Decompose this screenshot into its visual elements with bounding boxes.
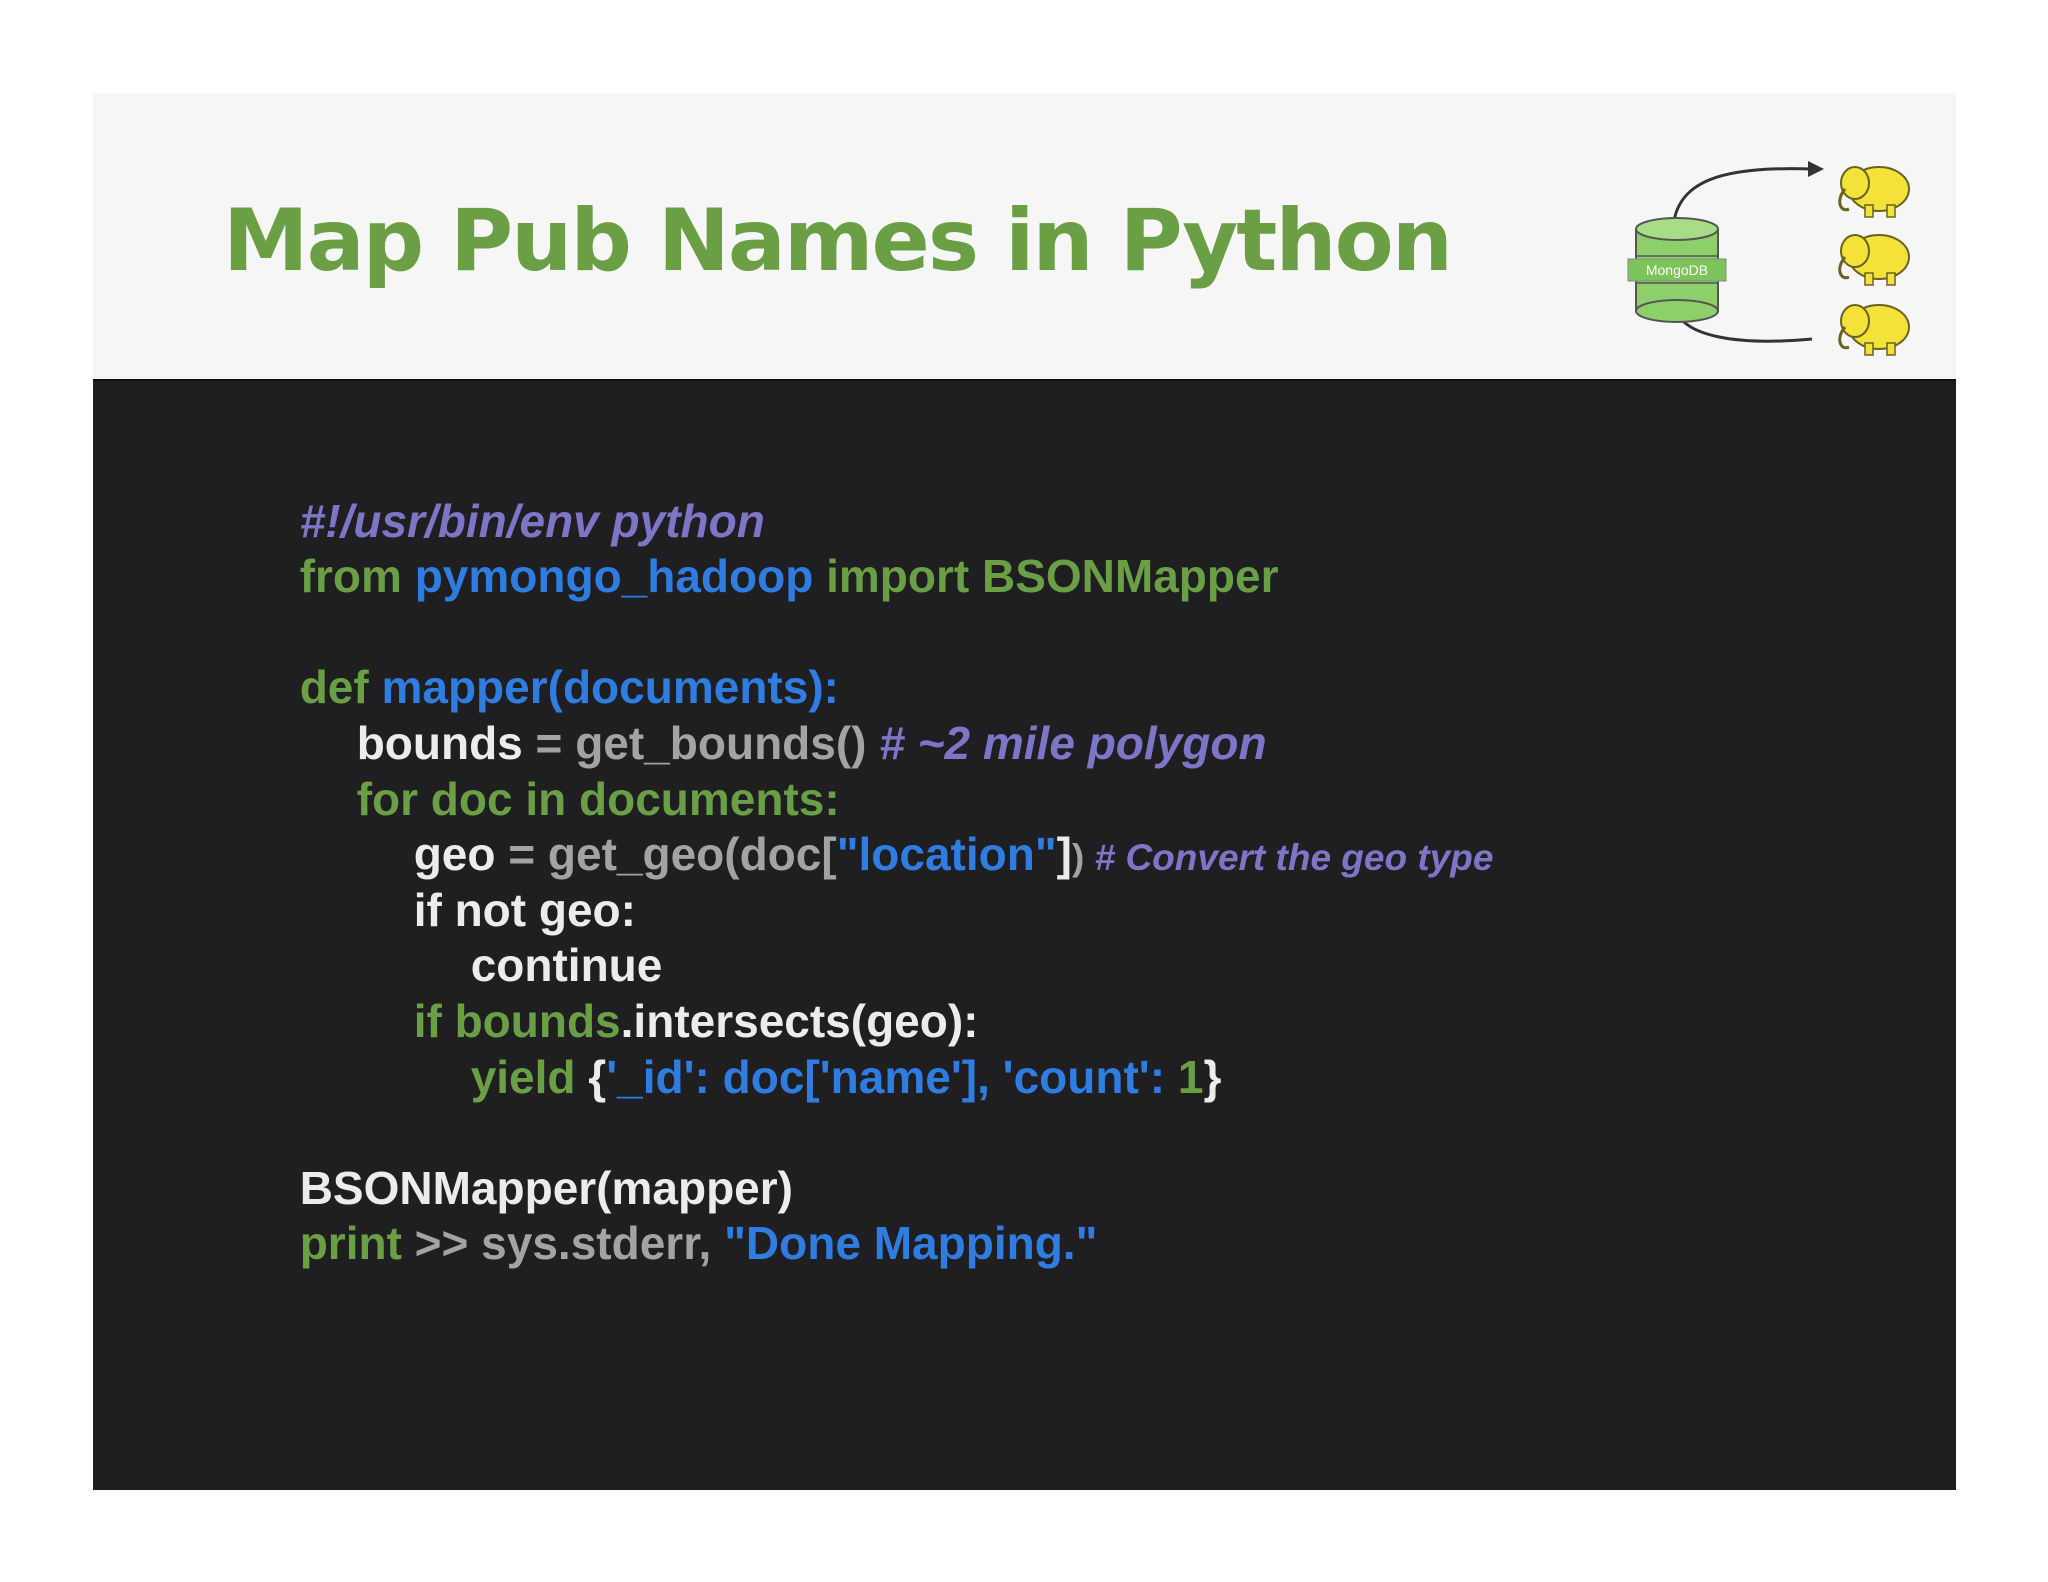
- bounds-variable: bounds: [356, 716, 523, 769]
- code-block: #!/usr/bin/env python from pymongo_hadoo…: [223, 438, 1494, 1270]
- print-string: "Done Mapping.": [724, 1217, 1098, 1270]
- hadoop-elephant-icon: [1838, 304, 1910, 356]
- database-cylinder-icon: MongoDB: [1627, 217, 1727, 323]
- geo-assignment: = get_geo(doc[: [495, 828, 837, 881]
- module-name: pymongo_hadoop: [414, 550, 814, 603]
- brace-close: }: [1203, 1050, 1222, 1103]
- import-statement: import BSONMapper: [813, 550, 1279, 603]
- bounds-comment: # ~2 mile polygon: [866, 716, 1267, 769]
- from-keyword: from: [299, 550, 415, 603]
- shebang-comment: #!/usr/bin/env python: [299, 494, 765, 547]
- mongodb-label: MongoDB: [1646, 262, 1708, 278]
- intersects-call: .intersects(geo):: [620, 994, 979, 1047]
- bounds-assignment: = get_bounds(): [522, 716, 867, 769]
- geo-comment: # Convert the geo type: [1084, 837, 1494, 879]
- if-not-geo: if not geo:: [413, 883, 636, 936]
- count-number: 1: [1177, 1050, 1204, 1103]
- bsonmapper-call: BSONMapper(mapper): [299, 1161, 793, 1214]
- code-line-shebang: #!/usr/bin/env python: [223, 438, 1493, 547]
- mongodb-hadoop-logo: MongoDB: [1627, 161, 1910, 356]
- brace-open: {: [588, 1050, 607, 1103]
- geo-variable: geo: [413, 828, 496, 881]
- for-loop: for doc in documents:: [356, 772, 840, 825]
- code-line-def: def mapper(documents):: [223, 605, 1493, 713]
- print-redirect: >> sys.stderr,: [401, 1217, 725, 1270]
- yield-keyword: yield: [470, 1050, 589, 1103]
- hadoop-elephant-icon: [1838, 234, 1910, 286]
- slide-header: Map Pub Names in Python MongoDB: [93, 93, 1956, 381]
- hadoop-elephant-icon: [1838, 166, 1910, 218]
- location-key: "location": [836, 828, 1057, 881]
- slide: Map Pub Names in Python MongoDB #!/usr/b…: [93, 93, 1956, 1490]
- paren-close: ): [1071, 837, 1085, 879]
- continue-statement: continue: [470, 939, 663, 992]
- def-keyword: def: [299, 661, 382, 714]
- print-keyword: print: [299, 1217, 402, 1270]
- function-signature: mapper(documents):: [381, 661, 839, 714]
- yield-dict-content: '_id': doc['name'], 'count':: [606, 1050, 1178, 1103]
- bracket-close: ]: [1056, 828, 1072, 881]
- if-bounds: if bounds: [413, 994, 621, 1047]
- slide-title: Map Pub Names in Python: [223, 191, 1453, 291]
